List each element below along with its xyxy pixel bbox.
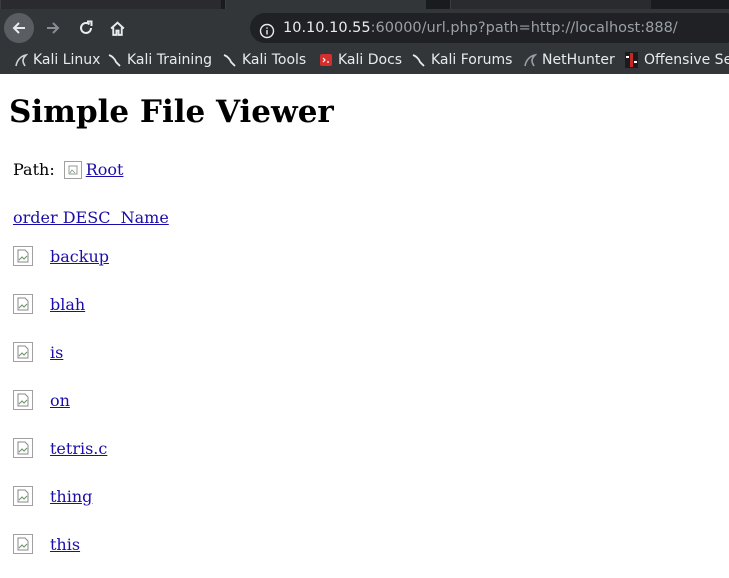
broken-image-icon (13, 294, 33, 314)
home-button[interactable] (102, 13, 132, 43)
file-link-blah[interactable]: blah (50, 295, 85, 314)
broken-image-icon (13, 534, 33, 554)
bookmark-offensive-security[interactable]: Offensive Sec (624, 50, 729, 70)
home-icon (109, 20, 125, 36)
kali-dragon-icon (412, 54, 425, 67)
bookmark-kali-forums[interactable]: Kali Forums (412, 50, 512, 70)
bookmark-kali-docs[interactable]: Kali Docs (319, 50, 402, 70)
broken-image-icon (13, 486, 33, 506)
bookmark-label: NetHunter (542, 52, 615, 68)
back-button[interactable] (4, 13, 34, 43)
bookmark-nethunter[interactable]: NetHunter (523, 50, 615, 70)
kali-dragon-icon (108, 54, 121, 67)
broken-image-icon (13, 246, 33, 266)
file-link-on[interactable]: on (50, 391, 70, 410)
browser-chrome: 10.10.10.55:60000/url.php?path=http://lo… (0, 0, 729, 74)
kali-docs-icon (320, 54, 332, 66)
kali-dragon-icon (15, 53, 28, 67)
bookmark-label: Kali Docs (338, 52, 403, 68)
kali-dragon-icon (524, 53, 537, 67)
file-entry: tetris.c (13, 437, 107, 459)
url-text: 10.10.10.55:60000/url.php?path=http://lo… (283, 13, 678, 43)
file-entry: on (13, 389, 70, 411)
broken-image-icon (63, 160, 82, 179)
toolbar: 10.10.10.55:60000/url.php?path=http://lo… (0, 9, 729, 46)
broken-image-icon (13, 390, 33, 410)
file-link-this[interactable]: this (50, 535, 80, 554)
page-title: Simple File Viewer (9, 94, 334, 130)
file-link-is[interactable]: is (50, 343, 63, 362)
bookmark-label: Kali Tools (242, 52, 307, 68)
tab-active[interactable] (225, 0, 426, 9)
root-link[interactable]: Root (86, 160, 124, 179)
address-bar[interactable]: 10.10.10.55:60000/url.php?path=http://lo… (250, 13, 729, 43)
file-entry: is (13, 341, 63, 363)
url-path: :60000/url.php?path=http://localhost:888… (370, 20, 678, 36)
breadcrumb: Path: Root (13, 160, 123, 179)
kali-dragon-icon (223, 54, 236, 67)
broken-image-icon (13, 438, 33, 458)
tab-strip (0, 0, 729, 9)
file-link-tetris-c[interactable]: tetris.c (50, 439, 107, 458)
info-icon[interactable] (259, 20, 275, 43)
file-link-thing[interactable]: thing (50, 487, 92, 506)
arrow-right-icon (47, 22, 60, 34)
arrow-left-icon (12, 22, 25, 34)
bookmark-label: Offensive Sec (644, 52, 729, 68)
page-content: Simple File Viewer Path: Root order DESC… (0, 74, 729, 578)
file-entry: backup (13, 245, 109, 267)
offsec-icon (625, 52, 638, 68)
bookmark-label: Kali Linux (33, 52, 101, 68)
reload-button[interactable] (71, 13, 101, 43)
url-host: 10.10.10.55 (283, 20, 371, 36)
forward-button[interactable] (38, 13, 68, 43)
file-entry: thing (13, 485, 92, 507)
file-entry: this (13, 533, 80, 555)
sort-order-link[interactable]: order DESC Name (13, 208, 169, 227)
bookmark-kali-tools[interactable]: Kali Tools (223, 50, 306, 70)
file-entry: blah (13, 293, 85, 315)
bookmark-kali-linux[interactable]: Kali Linux (14, 50, 100, 70)
file-link-backup[interactable]: backup (50, 247, 109, 266)
broken-image-icon (13, 342, 33, 362)
bookmark-label: Kali Training (127, 52, 212, 68)
bookmark-label: Kali Forums (431, 52, 513, 68)
bookmarks-bar: Kali Linux Kali Training Kali Tools Kali… (0, 46, 729, 74)
reload-icon (80, 20, 93, 34)
bookmark-kali-training[interactable]: Kali Training (108, 50, 212, 70)
tab[interactable] (0, 0, 221, 9)
tab[interactable] (450, 0, 651, 9)
path-label: Path: (13, 160, 55, 179)
